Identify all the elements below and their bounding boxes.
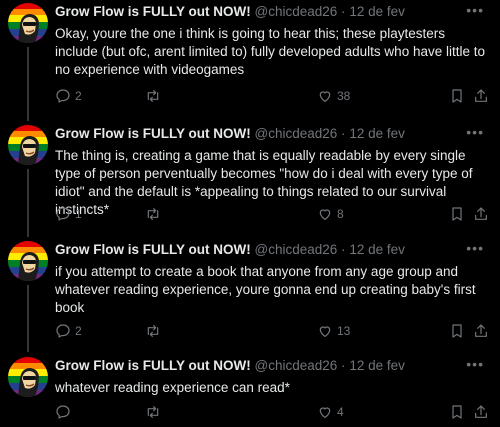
- tweet-actions: 2 38: [55, 86, 490, 106]
- like-button[interactable]: 4: [317, 402, 344, 422]
- retweet-button[interactable]: [145, 204, 165, 224]
- share-icon: [475, 405, 487, 418]
- bookmark-icon: [452, 405, 462, 419]
- tweet-date[interactable]: 12 de fev: [349, 4, 405, 19]
- reply-icon: [56, 207, 70, 221]
- tweet-content: Grow Flow is FULLY out NOW! @chicdead26 …: [55, 356, 490, 397]
- reply-count: 1: [75, 207, 82, 221]
- like-button[interactable]: 38: [317, 86, 350, 106]
- author-name[interactable]: Grow Flow is FULLY out NOW!: [55, 242, 251, 257]
- author-name[interactable]: Grow Flow is FULLY out NOW!: [55, 358, 251, 373]
- bookmark-button[interactable]: [449, 204, 465, 224]
- like-button[interactable]: 8: [317, 204, 344, 224]
- more-icon[interactable]: •••: [466, 2, 484, 18]
- avatar-image: [8, 357, 48, 397]
- tweet-date[interactable]: 12 de fev: [349, 126, 405, 141]
- more-icon[interactable]: •••: [466, 356, 484, 372]
- bookmark-icon: [452, 89, 462, 103]
- retweet-icon: [147, 406, 159, 418]
- author-name[interactable]: Grow Flow is FULLY out NOW!: [55, 4, 251, 19]
- avatar-image: [8, 241, 48, 281]
- share-icon: [475, 207, 487, 220]
- share-button[interactable]: [473, 402, 489, 422]
- separator-dot: ·: [341, 126, 346, 141]
- retweet-icon: [147, 90, 159, 102]
- tweet-actions: 4: [55, 402, 490, 422]
- avatar[interactable]: [8, 357, 48, 397]
- thread-connector-line: [27, 285, 29, 352]
- author-name[interactable]: Grow Flow is FULLY out NOW!: [55, 126, 251, 141]
- heart-icon: [319, 209, 331, 220]
- like-count: 8: [337, 207, 344, 221]
- share-button[interactable]: [473, 86, 489, 106]
- reply-icon: [56, 324, 70, 338]
- bookmark-button[interactable]: [449, 321, 465, 341]
- retweet-button[interactable]: [145, 86, 165, 106]
- tweet-content: Grow Flow is FULLY out NOW! @chicdead26 …: [55, 240, 490, 317]
- reply-count: 2: [75, 324, 82, 338]
- author-handle[interactable]: @chicdead26: [255, 4, 338, 19]
- author-handle[interactable]: @chicdead26: [255, 242, 338, 257]
- heart-icon: [319, 407, 331, 418]
- tweet-content: Grow Flow is FULLY out NOW! @chicdead26 …: [55, 2, 490, 79]
- like-count: 13: [337, 324, 351, 338]
- retweet-button[interactable]: [145, 402, 165, 422]
- separator-dot: ·: [341, 4, 346, 19]
- bookmark-icon: [452, 207, 462, 221]
- tweet-date[interactable]: 12 de fev: [349, 358, 405, 373]
- tweet-thread: Grow Flow is FULLY out NOW! @chicdead26 …: [0, 0, 500, 427]
- heart-icon: [319, 326, 331, 337]
- reply-icon: [56, 89, 70, 103]
- retweet-icon: [147, 208, 159, 220]
- share-icon: [475, 324, 487, 337]
- tweet-actions: 2 13: [55, 321, 490, 341]
- thread-connector-line: [27, 47, 29, 115]
- like-button[interactable]: 13: [317, 321, 350, 341]
- bookmark-button[interactable]: [449, 86, 465, 106]
- tweet[interactable]: Grow Flow is FULLY out NOW! @chicdead26 …: [0, 115, 500, 237]
- tweet-header: Grow Flow is FULLY out NOW! @chicdead26 …: [55, 241, 490, 259]
- tweet-actions: 1 8: [55, 204, 490, 224]
- retweet-button[interactable]: [145, 321, 165, 341]
- avatar-image: [8, 3, 48, 43]
- share-button[interactable]: [473, 321, 489, 341]
- separator-dot: ·: [341, 242, 346, 257]
- reply-icon: [56, 405, 70, 419]
- like-count: 38: [337, 89, 351, 103]
- tweet[interactable]: Grow Flow is FULLY out NOW! @chicdead26 …: [0, 352, 500, 427]
- like-count: 4: [337, 405, 344, 419]
- reply-button[interactable]: [55, 402, 75, 422]
- reply-count: 2: [75, 89, 82, 103]
- tweet-header: Grow Flow is FULLY out NOW! @chicdead26 …: [55, 125, 490, 143]
- separator-dot: ·: [341, 358, 346, 373]
- author-handle[interactable]: @chicdead26: [255, 358, 338, 373]
- tweet[interactable]: Grow Flow is FULLY out NOW! @chicdead26 …: [0, 0, 500, 115]
- share-icon: [475, 89, 487, 102]
- tweet-text: Okay, youre the one i think is going to …: [55, 26, 485, 77]
- thread-connector-line: [27, 169, 29, 237]
- bookmark-icon: [452, 324, 462, 338]
- reply-button[interactable]: 1: [55, 204, 82, 224]
- tweet-date[interactable]: 12 de fev: [349, 242, 405, 257]
- tweet[interactable]: Grow Flow is FULLY out NOW! @chicdead26 …: [0, 237, 500, 352]
- avatar[interactable]: [8, 3, 48, 43]
- tweet-header: Grow Flow is FULLY out NOW! @chicdead26 …: [55, 3, 490, 21]
- reply-button[interactable]: 2: [55, 321, 82, 341]
- thread-connector-line: [27, 115, 29, 121]
- bookmark-button[interactable]: [449, 402, 465, 422]
- tweet-header: Grow Flow is FULLY out NOW! @chicdead26 …: [55, 357, 490, 375]
- share-button[interactable]: [473, 204, 489, 224]
- more-icon[interactable]: •••: [466, 240, 484, 256]
- author-handle[interactable]: @chicdead26: [255, 126, 338, 141]
- reply-button[interactable]: 2: [55, 86, 82, 106]
- more-icon[interactable]: •••: [466, 124, 484, 140]
- avatar-image: [8, 125, 48, 165]
- avatar[interactable]: [8, 125, 48, 165]
- heart-icon: [319, 91, 331, 102]
- retweet-icon: [147, 325, 159, 337]
- tweet-text: whatever reading experience can read*: [55, 380, 290, 395]
- tweet-text: if you attempt to create a book that any…: [55, 264, 476, 315]
- avatar[interactable]: [8, 241, 48, 281]
